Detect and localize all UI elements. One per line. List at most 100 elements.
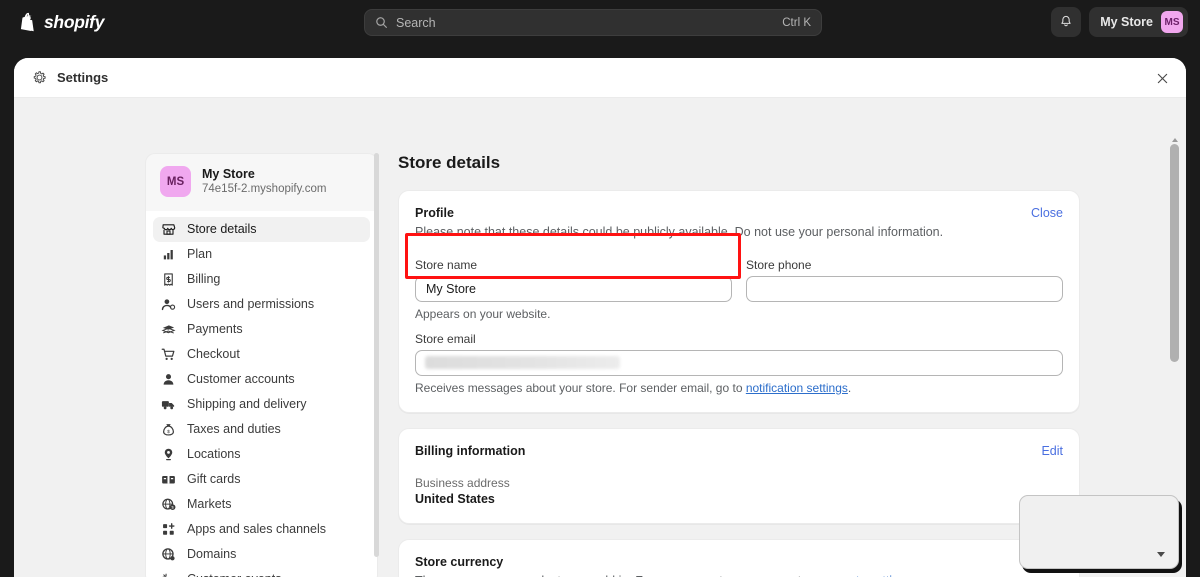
- content-scrollbar-thumb[interactable]: [1170, 144, 1179, 362]
- profile-card-title: Profile: [415, 206, 943, 220]
- store-domain-label: 74e15f-2.myshopify.com: [202, 182, 326, 198]
- storefront-icon: [161, 222, 176, 237]
- store-email-input-shell: [415, 350, 1063, 376]
- svg-text:$: $: [167, 429, 170, 435]
- apps-grid-icon: [161, 522, 176, 537]
- business-address-block: Business address United States: [415, 476, 1063, 506]
- sidebar-item-label: Users and permissions: [187, 297, 314, 311]
- store-currency-card: Store currency The currency your product…: [398, 539, 1080, 577]
- currency-dropdown-overlay[interactable]: [1019, 495, 1179, 569]
- sidebar-item-shipping-and-delivery[interactable]: Shipping and delivery: [153, 392, 370, 417]
- notification-settings-link[interactable]: notification settings: [746, 381, 848, 395]
- settings-content: Store details Profile Please note that t…: [398, 153, 1080, 577]
- sidebar-store-header[interactable]: MS My Store 74e15f-2.myshopify.com: [145, 153, 378, 211]
- search-shortcut: Ctrl K: [782, 17, 811, 29]
- profile-card: Profile Please note that these details c…: [398, 190, 1080, 413]
- store-account-button[interactable]: My Store MS: [1089, 7, 1188, 37]
- modal-body: MS My Store 74e15f-2.myshopify.com Store…: [14, 98, 1186, 577]
- sidebar-item-domains[interactable]: Domains: [153, 542, 370, 567]
- sidebar-item-label: Domains: [187, 547, 236, 561]
- store-phone-label: Store phone: [746, 258, 1063, 272]
- payment-card-icon: [161, 322, 176, 337]
- gift-card-icon: [161, 472, 176, 487]
- top-bar: shopify Search Ctrl K My Store MS: [0, 0, 1200, 44]
- close-icon[interactable]: [1152, 68, 1172, 88]
- modal-header: Settings: [14, 58, 1186, 98]
- store-phone-field-group: Store phone: [746, 258, 1063, 321]
- notifications-button[interactable]: [1051, 7, 1081, 37]
- gear-icon: [32, 70, 47, 85]
- brand-wordmark: shopify: [44, 12, 104, 33]
- sidebar-item-store-details[interactable]: Store details: [153, 217, 370, 242]
- billing-card-title: Billing information: [415, 444, 525, 458]
- sidebar-item-label: Markets: [187, 497, 231, 511]
- modal-title: Settings: [57, 70, 108, 85]
- money-bag-icon: $: [161, 422, 176, 437]
- sidebar-item-label: Billing: [187, 272, 220, 286]
- store-name-label: Store name: [415, 258, 732, 272]
- sidebar-item-plan[interactable]: Plan: [153, 242, 370, 267]
- avatar: MS: [1161, 11, 1183, 33]
- top-bar-actions: My Store MS: [1051, 7, 1188, 37]
- profile-name-phone-row: Store name Appears on your website. Stor…: [415, 258, 1063, 321]
- store-email-label: Store email: [415, 332, 1063, 346]
- sidebar-item-locations[interactable]: Locations: [153, 442, 370, 467]
- cursor-sparkle-icon: [161, 572, 176, 577]
- sidebar-item-label: Taxes and duties: [187, 422, 281, 436]
- sidebar-item-gift-cards[interactable]: Gift cards: [153, 467, 370, 492]
- truck-icon: [161, 397, 176, 412]
- shopify-logo[interactable]: shopify: [18, 12, 104, 33]
- settings-modal: Settings MS My Store 74e15f-2.myshopify.…: [14, 58, 1186, 577]
- modal-header-left: Settings: [32, 70, 108, 85]
- globe-icon: [161, 547, 176, 562]
- store-name-label: My Store: [202, 166, 326, 182]
- store-email-help-prefix: Receives messages about your store. For …: [415, 381, 746, 395]
- sidebar-item-apps-and-sales-channels[interactable]: Apps and sales channels: [153, 517, 370, 542]
- store-account-label: My Store: [1100, 15, 1153, 29]
- store-email-help-suffix: .: [848, 381, 851, 395]
- global-search[interactable]: Search Ctrl K: [364, 9, 822, 36]
- sidebar-scrollbar[interactable]: [374, 153, 379, 577]
- sidebar-item-payments[interactable]: Payments: [153, 317, 370, 342]
- person-add-icon: [161, 297, 176, 312]
- billing-information-card: Billing information Edit Business addres…: [398, 428, 1080, 524]
- sidebar-item-label: Locations: [187, 447, 241, 461]
- sidebar-item-label: Store details: [187, 222, 256, 236]
- sidebar-item-label: Customer events: [187, 572, 281, 577]
- sidebar-scrollbar-thumb[interactable]: [374, 153, 379, 557]
- store-name-input[interactable]: [415, 276, 732, 302]
- sidebar-item-label: Gift cards: [187, 472, 241, 486]
- sidebar-item-label: Shipping and delivery: [187, 397, 307, 411]
- currency-card-title: Store currency: [415, 555, 1063, 569]
- store-name-help: Appears on your website.: [415, 307, 732, 321]
- scroll-up-arrow-icon[interactable]: [1172, 138, 1178, 142]
- business-address-label: Business address: [415, 476, 1063, 490]
- store-email-help: Receives messages about your store. For …: [415, 381, 1063, 395]
- store-email-field-group: Store email Receives messages about your…: [415, 332, 1063, 395]
- page-title: Store details: [398, 153, 1080, 173]
- sidebar-item-label: Payments: [187, 322, 243, 336]
- shopify-bag-icon: [18, 12, 37, 33]
- settings-sidebar: MS My Store 74e15f-2.myshopify.com Store…: [145, 153, 378, 577]
- location-pin-icon: [161, 447, 176, 462]
- chevron-down-icon: [1157, 552, 1165, 557]
- sidebar-item-markets[interactable]: $ Markets: [153, 492, 370, 517]
- sidebar-item-label: Checkout: [187, 347, 240, 361]
- sidebar-item-billing[interactable]: Billing: [153, 267, 370, 292]
- store-email-redacted-overlay: [425, 356, 620, 369]
- globe-dollar-icon: $: [161, 497, 176, 512]
- billing-card-header: Billing information Edit: [415, 444, 1063, 458]
- sidebar-item-taxes-and-duties[interactable]: $ Taxes and duties: [153, 417, 370, 442]
- sidebar-item-checkout[interactable]: Checkout: [153, 342, 370, 367]
- profile-close-link[interactable]: Close: [1031, 206, 1063, 220]
- sidebar-item-label: Customer accounts: [187, 372, 295, 386]
- shopping-cart-icon: [161, 347, 176, 362]
- person-icon: [161, 372, 176, 387]
- sidebar-item-customer-accounts[interactable]: Customer accounts: [153, 367, 370, 392]
- billing-edit-link[interactable]: Edit: [1041, 444, 1063, 458]
- sidebar-item-customer-events[interactable]: Customer events: [153, 567, 370, 577]
- profile-card-header: Profile Please note that these details c…: [415, 206, 1063, 241]
- sidebar-item-users-and-permissions[interactable]: Users and permissions: [153, 292, 370, 317]
- store-phone-input[interactable]: [746, 276, 1063, 302]
- sidebar-item-label: Plan: [187, 247, 212, 261]
